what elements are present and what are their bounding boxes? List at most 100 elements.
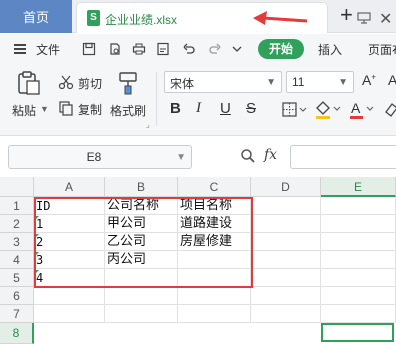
increase-font-icon[interactable]: A+ <box>362 72 376 88</box>
cell-a6[interactable] <box>34 287 105 305</box>
print-preview-icon[interactable] <box>108 42 122 56</box>
cell-c1[interactable]: 项目名称 <box>178 197 251 215</box>
cell-b5[interactable] <box>105 269 178 287</box>
file-tab[interactable]: S 企业业绩.xlsx ✕ <box>76 2 392 33</box>
cell-e3[interactable] <box>321 233 396 251</box>
row-header-4[interactable]: 4 <box>0 251 34 269</box>
new-tab-icon[interactable]: + <box>340 2 353 28</box>
italic-button[interactable]: I <box>196 100 201 117</box>
zoom-icon[interactable] <box>240 148 256 164</box>
row-header-6[interactable]: 6 <box>0 287 34 305</box>
home-tab[interactable]: 首页 <box>0 0 72 33</box>
cell-e7[interactable] <box>321 305 396 323</box>
number-as-text-indicator-icon <box>35 270 39 274</box>
font-color-icon[interactable]: A <box>348 99 376 121</box>
decrease-font-icon[interactable]: A <box>388 72 396 88</box>
borders-icon[interactable] <box>282 101 308 119</box>
bold-button[interactable]: B <box>170 100 181 117</box>
cut-button[interactable]: 剪切 <box>78 75 102 92</box>
copy-button[interactable]: 复制 <box>78 101 102 118</box>
cell-b1[interactable]: 公司名称 <box>105 197 178 215</box>
cell-d2[interactable] <box>251 215 321 233</box>
underline-button[interactable]: U <box>220 100 231 117</box>
undo-icon[interactable] <box>182 42 196 56</box>
cell-a2[interactable]: 1 <box>34 215 105 233</box>
name-box[interactable]: E8 ▼ <box>8 145 192 169</box>
tab-start[interactable]: 开始 <box>258 39 304 59</box>
hamburger-menu-icon[interactable] <box>14 44 26 54</box>
cell-a7[interactable] <box>34 305 105 323</box>
number-as-text-indicator-icon <box>35 252 39 256</box>
function-icon[interactable]: fx <box>264 147 277 163</box>
cell-c5[interactable] <box>178 269 251 287</box>
cell-d3[interactable] <box>251 233 321 251</box>
cell-a5[interactable]: 4 <box>34 269 105 287</box>
row-header-7[interactable]: 7 <box>0 305 34 323</box>
cell-d5[interactable] <box>251 269 321 287</box>
print-icon[interactable] <box>132 42 146 56</box>
scissors-icon <box>58 75 74 90</box>
cell-c3[interactable]: 房屋修建 <box>178 233 251 251</box>
export-pdf-icon[interactable] <box>156 42 170 56</box>
column-header-e[interactable]: E <box>321 177 396 197</box>
redo-icon[interactable] <box>208 42 222 56</box>
cell-d7[interactable] <box>251 305 321 323</box>
strikethrough-button[interactable]: S <box>246 100 256 117</box>
paste-button[interactable]: 粘贴 <box>12 102 36 119</box>
cell-d4[interactable] <box>251 251 321 269</box>
paste-icon[interactable] <box>16 70 42 96</box>
tab-insert[interactable]: 插入 <box>318 41 342 58</box>
save-icon[interactable] <box>82 42 96 56</box>
column-header-a[interactable]: A <box>34 177 105 197</box>
red-arrow-annotation-icon <box>253 11 308 25</box>
cell-c4[interactable] <box>178 251 251 269</box>
row-header-3[interactable]: 3 <box>0 233 34 251</box>
cell-e4[interactable] <box>321 251 396 269</box>
cell-reference: E8 <box>86 150 102 164</box>
file-menu[interactable]: 文件 <box>36 41 60 58</box>
spreadsheet-grid: A B C D E 1 2 3 4 5 6 7 8 ID 公司名称 项目名称 1 甲公司… <box>0 177 396 344</box>
select-all-corner[interactable] <box>0 177 34 197</box>
quick-access-dropdown-icon[interactable] <box>230 42 244 56</box>
row-header-2[interactable]: 2 <box>0 215 34 233</box>
column-header-b[interactable]: B <box>105 177 178 197</box>
row-header-5[interactable]: 5 <box>0 269 34 287</box>
cell-d1[interactable] <box>251 197 321 215</box>
cell-c7[interactable] <box>178 305 251 323</box>
clear-format-icon[interactable] <box>384 100 396 118</box>
cell-b6[interactable] <box>105 287 178 305</box>
cell-b2[interactable]: 甲公司 <box>105 215 178 233</box>
cell-b4[interactable]: 丙公司 <box>105 251 178 269</box>
cell-b3[interactable]: 乙公司 <box>105 233 178 251</box>
cell-a3[interactable]: 2 <box>34 233 105 251</box>
cell-c2[interactable]: 道路建设 <box>178 215 251 233</box>
font-size-select[interactable]: 11 ▼ <box>286 71 354 93</box>
column-header-d[interactable]: D <box>251 177 321 197</box>
tab-page-layout[interactable]: 页面布 <box>368 41 396 58</box>
format-painter-icon[interactable] <box>118 70 140 96</box>
cell-b7[interactable] <box>105 305 178 323</box>
close-tab-icon[interactable]: ✕ <box>379 9 392 29</box>
cell-d6[interactable] <box>251 287 321 305</box>
cell-e5[interactable] <box>321 269 396 287</box>
clipboard-expand-icon[interactable]: ⌟ <box>146 120 150 129</box>
column-header-c[interactable]: C <box>178 177 251 197</box>
cell-c6[interactable] <box>178 287 251 305</box>
cell-a4[interactable]: 3 <box>34 251 105 269</box>
format-painter-button[interactable]: 格式刷 <box>110 102 146 119</box>
cell-e6[interactable] <box>321 287 396 305</box>
formula-input[interactable] <box>290 145 396 169</box>
font-name-select[interactable]: 宋体 ▼ <box>164 71 282 93</box>
row-header-1[interactable]: 1 <box>0 197 34 215</box>
active-cell-e8[interactable] <box>321 323 394 342</box>
number-as-text-indicator-icon <box>35 216 39 220</box>
fill-color-icon[interactable] <box>314 99 342 121</box>
ribbon: 粘贴 ▼ 剪切 复制 格式刷 ⌟ 宋体 ▼ 11 ▼ A+ A B I U S <box>0 64 396 136</box>
file-tab-label: 企业业绩.xlsx <box>105 13 178 27</box>
cell-e1[interactable] <box>321 197 396 215</box>
cell-e2[interactable] <box>321 215 396 233</box>
monitor-icon[interactable] <box>357 12 371 24</box>
paste-dropdown-icon[interactable]: ▼ <box>40 104 49 114</box>
cell-a1[interactable]: ID <box>34 197 105 215</box>
row-header-8[interactable]: 8 <box>0 323 34 344</box>
